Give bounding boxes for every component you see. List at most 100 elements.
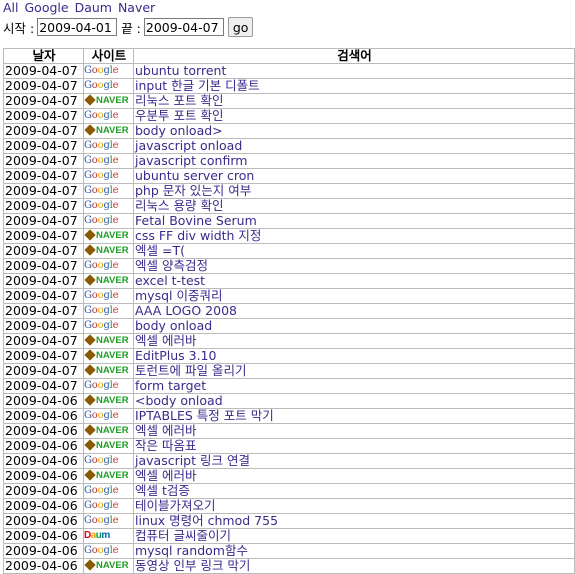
keyword-link[interactable]: 리눅스 포트 확인 — [135, 95, 223, 108]
site-cell: Google — [83, 183, 134, 199]
table-row: 2009-04-06 Google javascript 링크 연결 — [3, 453, 575, 469]
keyword-cell: 토런트에 파일 올리기 — [133, 363, 575, 379]
keyword-cell: javascript confirm — [133, 153, 575, 169]
table-row: 2009-04-06 Google linux 명령어 chmod 755 — [3, 513, 575, 529]
keyword-link[interactable]: javascript confirm — [135, 155, 247, 168]
keyword-link[interactable]: javascript onload — [135, 140, 242, 153]
filter-all-link[interactable]: All — [3, 0, 19, 15]
date-cell: 2009-04-07 — [3, 378, 84, 394]
date-cell: 2009-04-07 — [3, 348, 84, 364]
keyword-link[interactable]: 동영상 인부 링크 막기 — [135, 560, 250, 573]
keyword-cell: ubuntu torrent — [133, 63, 575, 79]
keyword-link[interactable]: body onload — [135, 320, 212, 333]
date-range-form: 시작 : 끝 : go — [3, 16, 572, 38]
site-cell: Google — [83, 258, 134, 274]
keyword-link[interactable]: 엑셀 t검증 — [135, 485, 190, 498]
keyword-cell: excel t-test — [133, 273, 575, 289]
keyword-link[interactable]: EditPlus 3.10 — [135, 350, 216, 363]
site-cell: NAVER — [83, 438, 134, 454]
naver-logo-icon: NAVER — [84, 469, 129, 483]
end-date-input[interactable] — [143, 18, 224, 36]
date-cell: 2009-04-07 — [3, 183, 84, 199]
table-row: 2009-04-07 NAVER 리눅스 포트 확인 — [3, 93, 575, 109]
keyword-link[interactable]: 테이블가져오기 — [135, 500, 216, 513]
keyword-cell: 동영상 인부 링크 막기 — [133, 558, 575, 574]
google-logo-icon: Google — [84, 485, 119, 496]
start-date-input[interactable] — [37, 18, 118, 36]
header-site: 사이트 — [83, 48, 134, 64]
table-row: 2009-04-06 NAVER <body onload — [3, 393, 575, 409]
site-cell: Google — [83, 378, 134, 394]
keyword-link[interactable]: <body onload — [135, 395, 223, 408]
keyword-link[interactable]: mysql 이중쿼리 — [135, 290, 222, 303]
google-logo-icon: Google — [84, 320, 119, 331]
keyword-link[interactable]: IPTABLES 특정 포트 막기 — [135, 410, 274, 423]
date-cell: 2009-04-06 — [3, 393, 84, 409]
keyword-link[interactable]: 컴퓨터 글씨줄이기 — [135, 530, 231, 543]
table-row: 2009-04-07 Google php 문자 있는지 여부 — [3, 183, 575, 199]
table-body: 2009-04-07 Google ubuntu torrent 2009-04-07… — [3, 63, 575, 574]
date-cell: 2009-04-06 — [3, 558, 84, 574]
table-header-row: 날자 사이트 검색어 — [3, 48, 575, 64]
keyword-link[interactable]: javascript 링크 연결 — [135, 455, 250, 468]
keyword-cell: 테이블가져오기 — [133, 498, 575, 514]
date-cell: 2009-04-06 — [3, 408, 84, 424]
table-row: 2009-04-07 Google body onload — [3, 318, 575, 334]
keyword-link[interactable]: body onload> — [135, 125, 223, 138]
keyword-link[interactable]: 토런트에 파일 올리기 — [135, 365, 246, 378]
go-button[interactable]: go — [227, 17, 254, 37]
table-row: 2009-04-06 NAVER 엑셀 에러바 — [3, 468, 575, 484]
naver-logo-icon: NAVER — [84, 394, 129, 408]
google-logo-icon: Google — [84, 140, 119, 151]
keyword-link[interactable]: 엑셀 에러바 — [135, 470, 196, 483]
keyword-cell: 엑셀 에러바 — [133, 423, 575, 439]
google-logo-icon: Google — [84, 260, 119, 271]
table-row: 2009-04-06 NAVER 동영상 인부 링크 막기 — [3, 558, 575, 574]
table-row: 2009-04-07 NAVER 엑셀 =T( — [3, 243, 575, 259]
site-cell: Google — [83, 543, 134, 559]
keyword-link[interactable]: 엑셀 에러바 — [135, 425, 196, 438]
date-cell: 2009-04-07 — [3, 93, 84, 109]
keyword-link[interactable]: linux 명령어 chmod 755 — [135, 515, 278, 528]
site-cell: NAVER — [83, 423, 134, 439]
keyword-link[interactable]: css FF div width 지정 — [135, 230, 261, 243]
keyword-cell: 컴퓨터 글씨줄이기 — [133, 528, 575, 544]
date-cell: 2009-04-07 — [3, 213, 84, 229]
filter-google-link[interactable]: Google — [24, 0, 68, 15]
keyword-link[interactable]: ubuntu torrent — [135, 65, 226, 78]
keyword-link[interactable]: 작은 따옴표 — [135, 440, 196, 453]
keyword-link[interactable]: ubuntu server cron — [135, 170, 254, 183]
keyword-cell: mysql 이중쿼리 — [133, 288, 575, 304]
date-cell: 2009-04-06 — [3, 453, 84, 469]
keyword-link[interactable]: 리눅스 용량 확인 — [135, 200, 223, 213]
date-cell: 2009-04-07 — [3, 78, 84, 94]
keyword-link[interactable]: 엑셀 =T( — [135, 245, 185, 258]
keyword-link[interactable]: php 문자 있는지 여부 — [135, 185, 251, 198]
keyword-link[interactable]: input 한글 기본 디폴트 — [135, 80, 260, 93]
keyword-link[interactable]: mysql random함수 — [135, 545, 248, 558]
table-row: 2009-04-07 NAVER body onload> — [3, 123, 575, 139]
keyword-link[interactable]: 우분투 포트 확인 — [135, 110, 223, 123]
date-cell: 2009-04-07 — [3, 303, 84, 319]
keyword-link[interactable]: 엑셀 양측검정 — [135, 260, 208, 273]
date-cell: 2009-04-07 — [3, 318, 84, 334]
date-cell: 2009-04-07 — [3, 333, 84, 349]
keyword-link[interactable]: form target — [135, 380, 206, 393]
keyword-cell: AAA LOGO 2008 — [133, 303, 575, 319]
date-cell: 2009-04-07 — [3, 108, 84, 124]
keyword-link[interactable]: AAA LOGO 2008 — [135, 305, 237, 318]
keyword-cell: mysql random함수 — [133, 543, 575, 559]
table-row: 2009-04-06 Daum 컴퓨터 글씨줄이기 — [3, 528, 575, 544]
site-cell: Google — [83, 108, 134, 124]
keyword-link[interactable]: excel t-test — [135, 275, 205, 288]
site-cell: Google — [83, 453, 134, 469]
filter-naver-link[interactable]: Naver — [118, 0, 155, 15]
keyword-link[interactable]: 엑셀 에러바 — [135, 335, 196, 348]
filter-daum-link[interactable]: Daum — [75, 0, 112, 15]
google-logo-icon: Google — [84, 155, 119, 166]
site-cell: Google — [83, 498, 134, 514]
keyword-cell: 엑셀 t검증 — [133, 483, 575, 499]
keyword-link[interactable]: Fetal Bovine Serum — [135, 215, 257, 228]
site-cell: NAVER — [83, 273, 134, 289]
date-cell: 2009-04-06 — [3, 468, 84, 484]
